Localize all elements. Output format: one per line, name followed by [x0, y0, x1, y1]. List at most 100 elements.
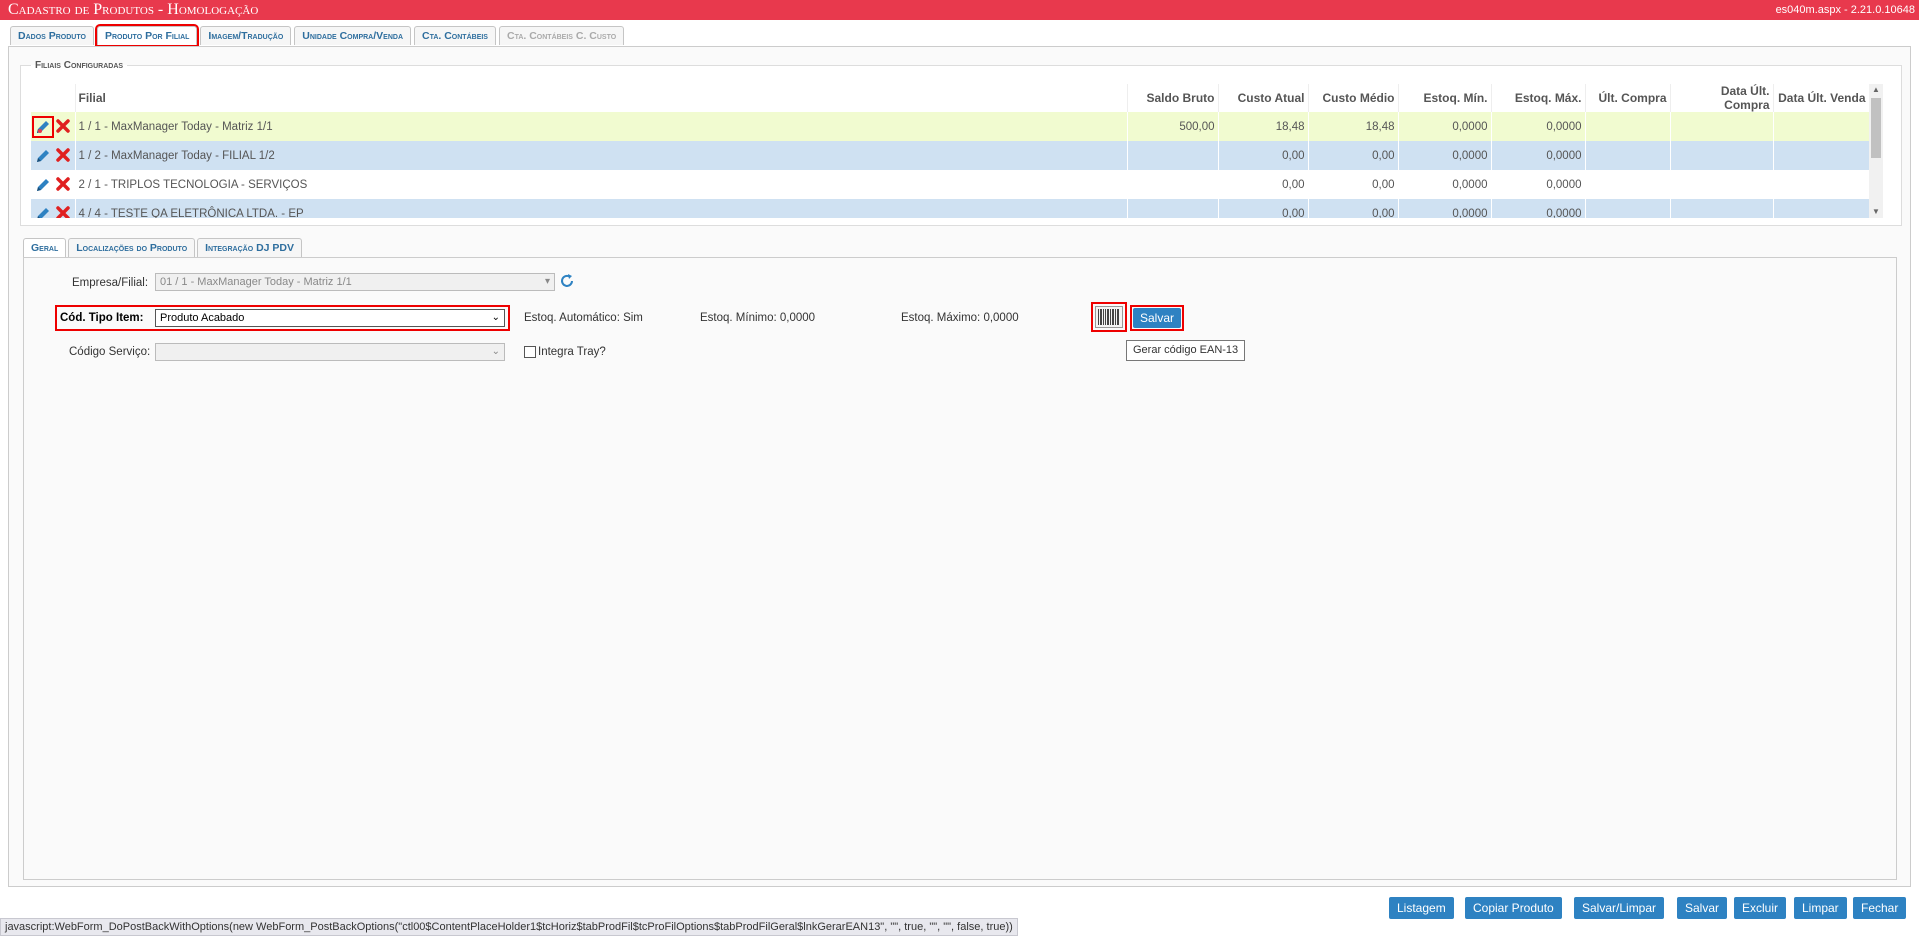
copiar-produto-button[interactable]: Copiar Produto — [1465, 897, 1562, 919]
title-bar: Cadastro de Produtos - Homologação es040… — [0, 0, 1919, 20]
tab-integracao-dj-pdv[interactable]: Integração DJ PDV — [197, 238, 303, 257]
table-row[interactable]: 2 / 1 - TRIPLOS TECNOLOGIA - SERVIÇOS 0,… — [31, 170, 1869, 199]
fechar-button[interactable]: Fechar — [1853, 897, 1907, 919]
tab-unidade-compra-venda[interactable]: Unidade Compra/Venda — [294, 26, 411, 45]
cell-data-venda — [1773, 112, 1869, 141]
edit-pencil-icon[interactable] — [34, 176, 52, 194]
version-label: es040m.aspx - 2.21.0.10648 — [1775, 4, 1915, 16]
cell-custo-atual: 18,48 — [1218, 112, 1309, 141]
cell-data-compra — [1670, 141, 1774, 170]
estoq-automatico: Estoq. Automático: Sim — [524, 312, 643, 324]
cell-saldo: 500,00 — [1127, 112, 1219, 141]
edit-pencil-icon[interactable] — [34, 205, 52, 218]
tab-cta-contabeis-c-custo: Cta. Contábeis C. Custo — [498, 26, 625, 45]
tab-produto-por-filial[interactable]: Produto Por Filial — [94, 24, 200, 47]
cell-custo-medio: 0,00 — [1308, 170, 1399, 199]
tab-cta-contabeis[interactable]: Cta. Contábeis — [414, 26, 496, 45]
ean13-tooltip: Gerar código EAN-13 — [1126, 340, 1246, 361]
col-ult-compra[interactable]: Últ. Compra — [1585, 84, 1671, 112]
cell-data-compra — [1670, 170, 1774, 199]
salvar-limpar-button[interactable]: Salvar/Limpar — [1574, 897, 1665, 919]
cell-filial: 4 / 4 - TESTE QA ELETRÔNICA LTDA. - EP — [75, 199, 1128, 218]
cell-max: 0,0000 — [1491, 112, 1586, 141]
refresh-icon[interactable] — [559, 273, 575, 289]
integra-tray-checkbox[interactable] — [524, 346, 536, 358]
filiais-legend: Filiais Configuradas — [35, 60, 124, 71]
grid-scrollbar[interactable]: ▲ ▼ — [1869, 84, 1883, 218]
tipo-item-label: Cód. Tipo Item: — [60, 312, 144, 324]
table-row[interactable]: 1 / 2 - MaxManager Today - FILIAL 1/2 0,… — [31, 141, 1869, 170]
delete-x-icon[interactable] — [55, 205, 73, 218]
chevron-down-icon: ⌄ — [491, 346, 500, 357]
tipo-item-select-value: Produto Acabado — [160, 312, 245, 324]
col-data-ult-venda[interactable]: Data Últ. Venda — [1773, 84, 1869, 112]
col-estoq-min[interactable]: Estoq. Mín. — [1398, 84, 1492, 112]
cell-custo-medio: 18,48 — [1308, 112, 1399, 141]
grid-header: Filial Saldo Bruto Custo Atual Custo Méd… — [31, 84, 1869, 112]
cell-max: 0,0000 — [1491, 141, 1586, 170]
estoq-maximo: Estoq. Máximo: 0,0000 — [901, 312, 1019, 324]
tab-geral[interactable]: Geral — [23, 238, 67, 257]
barcode-icon[interactable] — [1095, 306, 1123, 328]
tipo-item-select[interactable]: Produto Acabado ⌄ — [155, 309, 505, 327]
cell-filial: 1 / 2 - MaxManager Today - FILIAL 1/2 — [75, 141, 1128, 170]
salvar-filial-button[interactable]: Salvar — [1133, 308, 1182, 328]
tab-localizacoes-produto[interactable]: Localizações do Produto — [68, 238, 196, 257]
cell-ult-compra — [1585, 112, 1671, 141]
page-title: Cadastro de Produtos - Homologação — [8, 1, 259, 18]
delete-x-icon[interactable] — [55, 176, 73, 194]
salvar-button[interactable]: Salvar — [1677, 897, 1728, 919]
cell-saldo — [1127, 141, 1219, 170]
limpar-button[interactable]: Limpar — [1794, 897, 1847, 919]
delete-x-icon[interactable] — [55, 118, 73, 136]
cell-custo-medio: 0,00 — [1308, 141, 1399, 170]
scroll-down-icon[interactable]: ▼ — [1869, 206, 1883, 218]
cell-max: 0,0000 — [1491, 170, 1586, 199]
cell-max: 0,0000 — [1491, 199, 1586, 218]
table-row[interactable]: 1 / 1 - MaxManager Today - Matriz 1/1 50… — [31, 112, 1869, 141]
cell-data-venda — [1773, 141, 1869, 170]
cell-filial: 1 / 1 - MaxManager Today - Matriz 1/1 — [75, 112, 1128, 141]
listagem-button[interactable]: Listagem — [1389, 897, 1454, 919]
cell-ult-compra — [1585, 141, 1671, 170]
table-row[interactable]: 4 / 4 - TESTE QA ELETRÔNICA LTDA. - EP 0… — [31, 199, 1869, 218]
cell-custo-atual: 0,00 — [1218, 141, 1309, 170]
sub-tabs: Geral Localizações do Produto Integração… — [23, 238, 303, 257]
tab-imagem-traducao[interactable]: Imagem/Tradução — [200, 26, 292, 45]
scroll-thumb[interactable] — [1871, 98, 1881, 158]
cell-data-venda — [1773, 199, 1869, 218]
delete-x-icon[interactable] — [55, 147, 73, 165]
col-custo-medio[interactable]: Custo Médio — [1308, 84, 1399, 112]
tab-dados-produto[interactable]: Dados Produto — [10, 26, 94, 45]
empresa-select-value: 01 / 1 - MaxManager Today - Matriz 1/1 — [160, 276, 352, 288]
cell-ult-compra — [1585, 199, 1671, 218]
codigo-servico-select: ⌄ — [155, 343, 505, 361]
cell-data-venda — [1773, 170, 1869, 199]
cell-saldo — [1127, 199, 1219, 218]
cell-min: 0,0000 — [1398, 199, 1492, 218]
cell-filial: 2 / 1 - TRIPLOS TECNOLOGIA - SERVIÇOS — [75, 170, 1128, 199]
col-filial[interactable]: Filial — [75, 84, 1128, 112]
cell-data-compra — [1670, 112, 1774, 141]
cell-ult-compra — [1585, 170, 1671, 199]
col-estoq-max[interactable]: Estoq. Máx. — [1491, 84, 1586, 112]
cell-custo-atual: 0,00 — [1218, 170, 1309, 199]
main-tabs: Dados Produto Produto Por Filial Imagem/… — [10, 24, 625, 47]
edit-pencil-icon[interactable] — [34, 147, 52, 165]
cell-custo-atual: 0,00 — [1218, 199, 1309, 218]
scroll-up-icon[interactable]: ▲ — [1869, 84, 1883, 96]
filiais-grid: Filial Saldo Bruto Custo Atual Custo Méd… — [31, 84, 1869, 218]
cell-custo-medio: 0,00 — [1308, 199, 1399, 218]
codigo-servico-label: Código Serviço: — [69, 346, 151, 358]
empresa-select: 01 / 1 - MaxManager Today - Matriz 1/1 ▾ — [155, 273, 555, 291]
col-saldo-bruto[interactable]: Saldo Bruto — [1127, 84, 1219, 112]
empresa-label: Empresa/Filial: — [72, 277, 149, 289]
edit-pencil-icon[interactable] — [32, 115, 54, 138]
col-data-ult-compra[interactable]: Data Últ. Compra — [1670, 84, 1774, 112]
excluir-button[interactable]: Excluir — [1734, 897, 1787, 919]
cell-min: 0,0000 — [1398, 170, 1492, 199]
cell-min: 0,0000 — [1398, 141, 1492, 170]
chevron-down-icon: ▾ — [544, 276, 550, 287]
col-custo-atual[interactable]: Custo Atual — [1218, 84, 1309, 112]
col-actions — [31, 84, 76, 112]
